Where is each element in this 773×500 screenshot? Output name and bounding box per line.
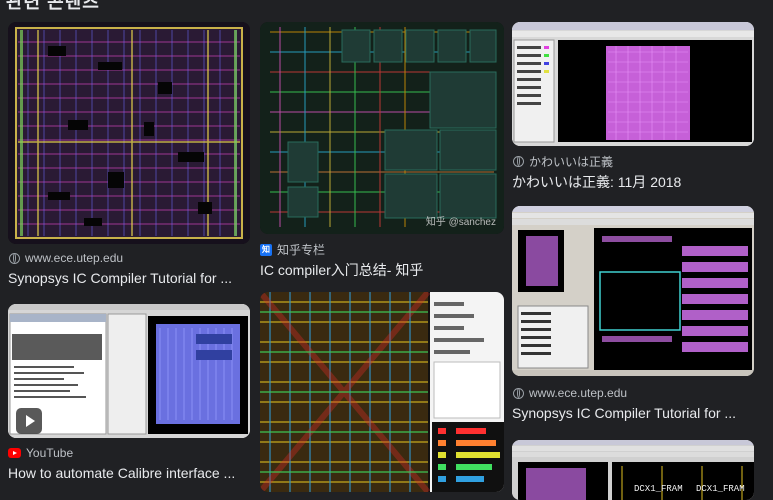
result-title-2[interactable]: IC compiler入门总结- 知乎 <box>260 260 504 280</box>
source-label: かわいいは正義 <box>529 155 614 169</box>
result-thumbnail-1[interactable] <box>8 22 250 244</box>
result-thumbnail-4[interactable] <box>512 206 754 376</box>
result-source-2[interactable]: 知 知乎专栏 <box>260 241 325 258</box>
result-thumbnail-3[interactable] <box>512 22 754 146</box>
source-label: www.ece.utep.edu <box>529 386 628 400</box>
result-source-4[interactable]: www.ece.utep.edu <box>513 386 627 400</box>
result-source-3[interactable]: かわいいは正義 <box>513 153 613 170</box>
image-watermark: 知乎 @sanchez <box>425 217 496 228</box>
video-thumbnail-image <box>8 304 250 438</box>
result-title-3[interactable]: かわいいは正義: 11月 2018 <box>512 172 754 192</box>
layout-tool-window-image <box>512 206 754 376</box>
result-thumbnail-2[interactable]: 知乎 @sanchez <box>260 22 504 234</box>
routing-heatmap-image <box>260 292 504 492</box>
cell-label: DCX1_FRAM <box>634 484 683 494</box>
source-label: www.ece.utep.edu <box>25 251 124 265</box>
result-thumbnail-5[interactable] <box>8 304 250 438</box>
globe-icon <box>513 156 524 167</box>
youtube-icon <box>8 448 21 458</box>
zhihu-icon: 知 <box>260 243 272 256</box>
chip-layout-image <box>260 22 504 234</box>
result-thumbnail-6[interactable] <box>260 292 504 492</box>
result-title-5[interactable]: How to automate Calibre interface ... <box>8 465 250 481</box>
source-label: YouTube <box>26 446 74 460</box>
result-source-1[interactable]: www.ece.utep.edu <box>9 251 123 265</box>
globe-icon <box>9 252 20 264</box>
chip-layout-image <box>8 22 250 244</box>
layout-tool-window-image <box>512 22 754 146</box>
result-source-5[interactable]: YouTube <box>8 446 73 460</box>
section-heading: 관련 콘텐츠 <box>6 0 100 12</box>
result-title-1[interactable]: Synopsys IC Compiler Tutorial for ... <box>8 270 250 286</box>
globe-icon <box>513 387 524 399</box>
result-thumbnail-7[interactable]: DCX1_FRAM DCX1_FRAM <box>512 440 754 500</box>
source-label: 知乎专栏 <box>277 243 326 257</box>
result-title-4[interactable]: Synopsys IC Compiler Tutorial for ... <box>512 405 754 421</box>
play-icon[interactable] <box>16 408 42 434</box>
cell-label: DCX1_FRAM <box>696 484 745 494</box>
